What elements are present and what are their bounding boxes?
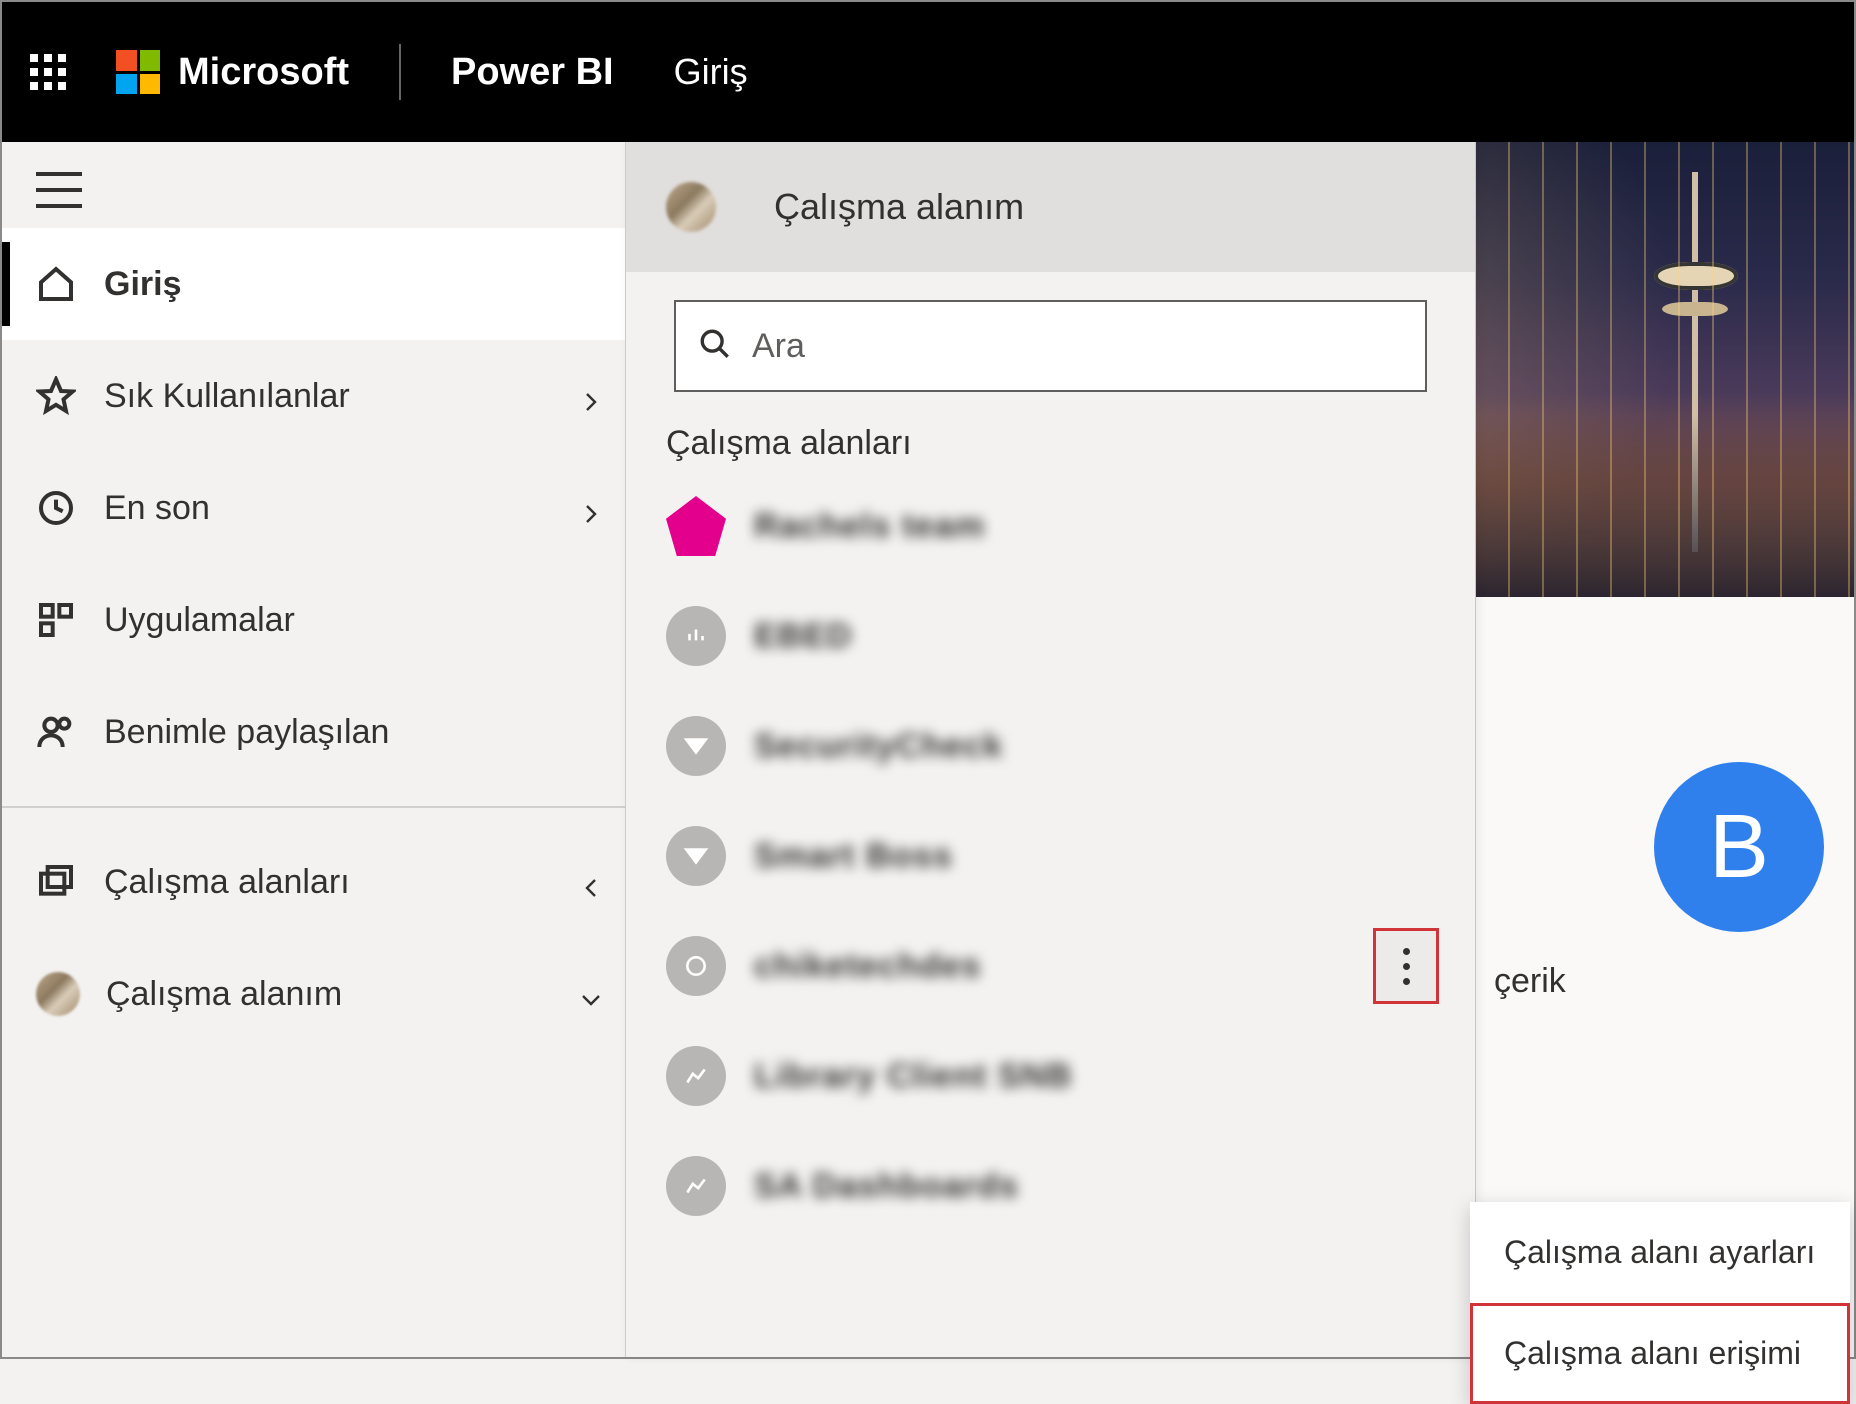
workspace-badge-icon bbox=[666, 1156, 726, 1216]
star-icon bbox=[36, 376, 76, 416]
hero-illustration bbox=[1634, 172, 1754, 552]
page-title: Giriş bbox=[674, 51, 748, 93]
more-options-button[interactable] bbox=[1373, 928, 1439, 1004]
workspace-tile[interactable]: B çerik bbox=[1454, 762, 1854, 1001]
nav-shared-label: Benimle paylaşılan bbox=[104, 713, 603, 752]
workspace-name: SecurityCheck bbox=[754, 727, 1003, 766]
nav-workspaces[interactable]: Çalışma alanları bbox=[2, 826, 625, 938]
search-input[interactable] bbox=[752, 327, 1403, 366]
home-icon bbox=[36, 264, 76, 304]
workspace-badge-icon bbox=[666, 936, 726, 996]
search-box[interactable] bbox=[674, 300, 1427, 392]
left-nav: Giriş Sık Kullanılanlar En son Uyg bbox=[2, 142, 626, 1357]
nav-favorites[interactable]: Sık Kullanılanlar bbox=[2, 340, 625, 452]
chevron-right-icon bbox=[579, 384, 603, 408]
hamburger-icon[interactable] bbox=[36, 172, 82, 208]
avatar-letter: B bbox=[1709, 796, 1769, 899]
chevron-right-icon bbox=[579, 496, 603, 520]
global-header: Microsoft Power BI Giriş bbox=[2, 2, 1854, 142]
menu-workspace-access[interactable]: Çalışma alanı erişimi bbox=[1470, 1303, 1850, 1404]
workspace-item[interactable]: SA Dashboards bbox=[666, 1131, 1435, 1241]
nav-home-label: Giriş bbox=[104, 265, 603, 304]
workspace-item[interactable]: Smart Boss bbox=[666, 801, 1435, 911]
workspace-item[interactable]: EBED bbox=[666, 581, 1435, 691]
nav-my-workspace[interactable]: Çalışma alanım bbox=[2, 938, 625, 1050]
workspace-name: chiketechdes bbox=[754, 947, 981, 986]
nav-recent[interactable]: En son bbox=[2, 452, 625, 564]
workspace-item[interactable]: SecurityCheck bbox=[666, 691, 1435, 801]
product-name[interactable]: Power BI bbox=[451, 51, 614, 94]
workspace-context-menu: Çalışma alanı ayarları Çalışma alanı eri… bbox=[1470, 1202, 1850, 1404]
flyout-title: Çalışma alanım bbox=[774, 186, 1024, 228]
workspaces-icon bbox=[36, 862, 76, 902]
workspace-item[interactable]: Rachels team bbox=[666, 471, 1435, 581]
nav-recent-label: En son bbox=[104, 489, 579, 528]
workspace-name: Rachels team bbox=[754, 507, 985, 546]
workspace-avatar: B bbox=[1654, 762, 1824, 932]
clock-icon bbox=[36, 488, 76, 528]
nav-divider bbox=[2, 806, 625, 808]
flyout-header[interactable]: Çalışma alanım bbox=[626, 142, 1475, 272]
workspace-name: SA Dashboards bbox=[754, 1167, 1019, 1206]
tile-caption: çerik bbox=[1494, 962, 1854, 1001]
apps-icon bbox=[36, 600, 76, 640]
workspace-badge-icon bbox=[666, 1046, 726, 1106]
search-icon bbox=[698, 327, 732, 366]
nav-apps[interactable]: Uygulamalar bbox=[2, 564, 625, 676]
main-area: B çerik Giriş Sık Kullanılanlar bbox=[2, 142, 1854, 1357]
brand: Microsoft bbox=[116, 50, 349, 94]
workspace-item[interactable]: Library Client SNB bbox=[666, 1021, 1435, 1131]
app-launcher-icon[interactable] bbox=[30, 54, 66, 90]
microsoft-logo-icon bbox=[116, 50, 160, 94]
nav-workspaces-label: Çalışma alanları bbox=[104, 863, 579, 902]
user-avatar-icon bbox=[666, 182, 716, 232]
more-vertical-icon bbox=[1403, 948, 1409, 985]
nav-apps-label: Uygulamalar bbox=[104, 601, 603, 640]
menu-workspace-settings[interactable]: Çalışma alanı ayarları bbox=[1470, 1202, 1850, 1303]
workspace-list: Rachels team EBED SecurityCheck Smart Bo… bbox=[626, 471, 1475, 1241]
nav-shared[interactable]: Benimle paylaşılan bbox=[2, 676, 625, 788]
workspace-name: EBED bbox=[754, 617, 852, 656]
workspaces-flyout: Çalışma alanım Çalışma alanları Rachels … bbox=[626, 142, 1476, 1357]
nav-favorites-label: Sık Kullanılanlar bbox=[104, 377, 579, 416]
workspace-name: Smart Boss bbox=[754, 837, 953, 876]
workspace-badge-icon bbox=[666, 606, 726, 666]
people-icon bbox=[36, 712, 76, 752]
workspaces-section-label: Çalışma alanları bbox=[626, 402, 1475, 471]
chevron-left-icon bbox=[579, 870, 603, 894]
nav-home[interactable]: Giriş bbox=[2, 228, 625, 340]
search-wrap bbox=[626, 272, 1475, 402]
workspace-name: Library Client SNB bbox=[754, 1057, 1072, 1096]
workspace-badge-icon bbox=[666, 826, 726, 886]
workspace-badge-icon bbox=[666, 716, 726, 776]
workspace-badge-icon bbox=[666, 496, 726, 556]
header-divider bbox=[399, 44, 401, 100]
nav-my-workspace-label: Çalışma alanım bbox=[106, 975, 579, 1014]
workspace-item[interactable]: chiketechdes bbox=[666, 911, 1435, 1021]
brand-text: Microsoft bbox=[178, 51, 349, 94]
user-avatar-icon bbox=[36, 972, 80, 1016]
chevron-down-icon bbox=[579, 982, 603, 1006]
